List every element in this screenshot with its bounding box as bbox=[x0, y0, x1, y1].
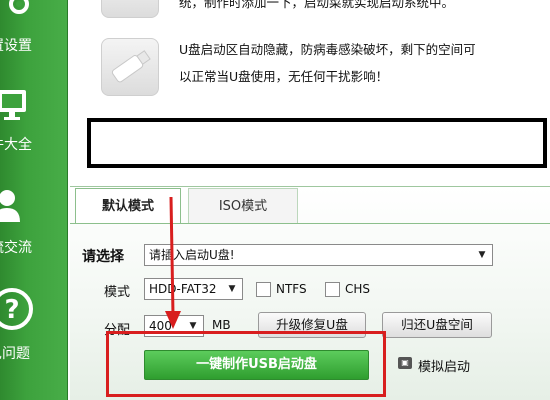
tab-divider bbox=[70, 223, 550, 224]
feature-icon-top bbox=[101, 0, 159, 18]
sidebar-item-label: 见问题 bbox=[0, 346, 30, 362]
monitor-icon bbox=[0, 90, 26, 120]
simulate-icon[interactable]: ▣ bbox=[398, 357, 412, 369]
ntfs-label: NTFS bbox=[276, 282, 307, 296]
sidebar: 置设置 件大全 流交流 ? 见问题 bbox=[0, 0, 68, 400]
user-icon bbox=[0, 190, 20, 222]
sidebar-item-faq[interactable]: ? 见问题 bbox=[0, 285, 68, 365]
feature-desc-line2: 以正常当U盘使用，无任何干扰影响！ bbox=[179, 69, 389, 84]
sidebar-item-software[interactable]: 件大全 bbox=[0, 80, 68, 153]
svg-text:?: ? bbox=[4, 295, 19, 325]
mode-label: 模式 bbox=[104, 285, 131, 300]
sidebar-item-label: 流交流 bbox=[0, 240, 32, 256]
sidebar-item-settings[interactable]: 置设置 bbox=[0, 0, 68, 60]
alloc-unit: MB bbox=[212, 318, 231, 332]
sidebar-item-label: 件大全 bbox=[0, 137, 32, 153]
select-device-label: 请选择 bbox=[82, 249, 124, 265]
restore-space-button[interactable]: 归还U盘空间 bbox=[382, 312, 492, 338]
ntfs-checkbox[interactable] bbox=[256, 282, 271, 297]
device-select[interactable]: 请插入启动U盘! ▼ bbox=[144, 244, 493, 266]
annotation-red-box bbox=[106, 331, 386, 397]
chs-checkbox[interactable] bbox=[325, 282, 340, 297]
chevron-down-icon: ▼ bbox=[478, 250, 486, 260]
usb-drive-icon bbox=[111, 50, 151, 83]
feature-icon-usb bbox=[101, 38, 159, 96]
chs-label: CHS bbox=[345, 282, 371, 296]
gear-icon bbox=[9, 0, 29, 14]
feature-text-line0: 统，制作时添加一下，启动菜就实现启动系统中。 bbox=[179, 0, 455, 10]
feature-desc-line1: U盘启动区自动隐藏，防病毒感染破坏，剩下的空间可 bbox=[179, 42, 476, 57]
tab-iso-mode[interactable]: ISO模式 bbox=[188, 188, 298, 224]
simulate-label[interactable]: 模拟启动 bbox=[418, 356, 470, 375]
annotation-red-arrow bbox=[165, 196, 181, 329]
mode-select[interactable]: HDD-FAT32 ▼ bbox=[144, 278, 243, 300]
sidebar-item-label: 置设置 bbox=[0, 38, 32, 54]
feature-description: 统，制作时添加一下，启动菜就实现启动系统中。 U盘启动区自动隐藏，防病毒感染破坏… bbox=[69, 0, 550, 108]
sidebar-item-community[interactable]: 流交流 bbox=[0, 180, 68, 256]
annotation-black-rectangle bbox=[87, 118, 547, 168]
question-icon: ? bbox=[0, 288, 33, 330]
chevron-down-icon: ▼ bbox=[228, 284, 236, 294]
usb-cable-icon bbox=[102, 0, 158, 17]
